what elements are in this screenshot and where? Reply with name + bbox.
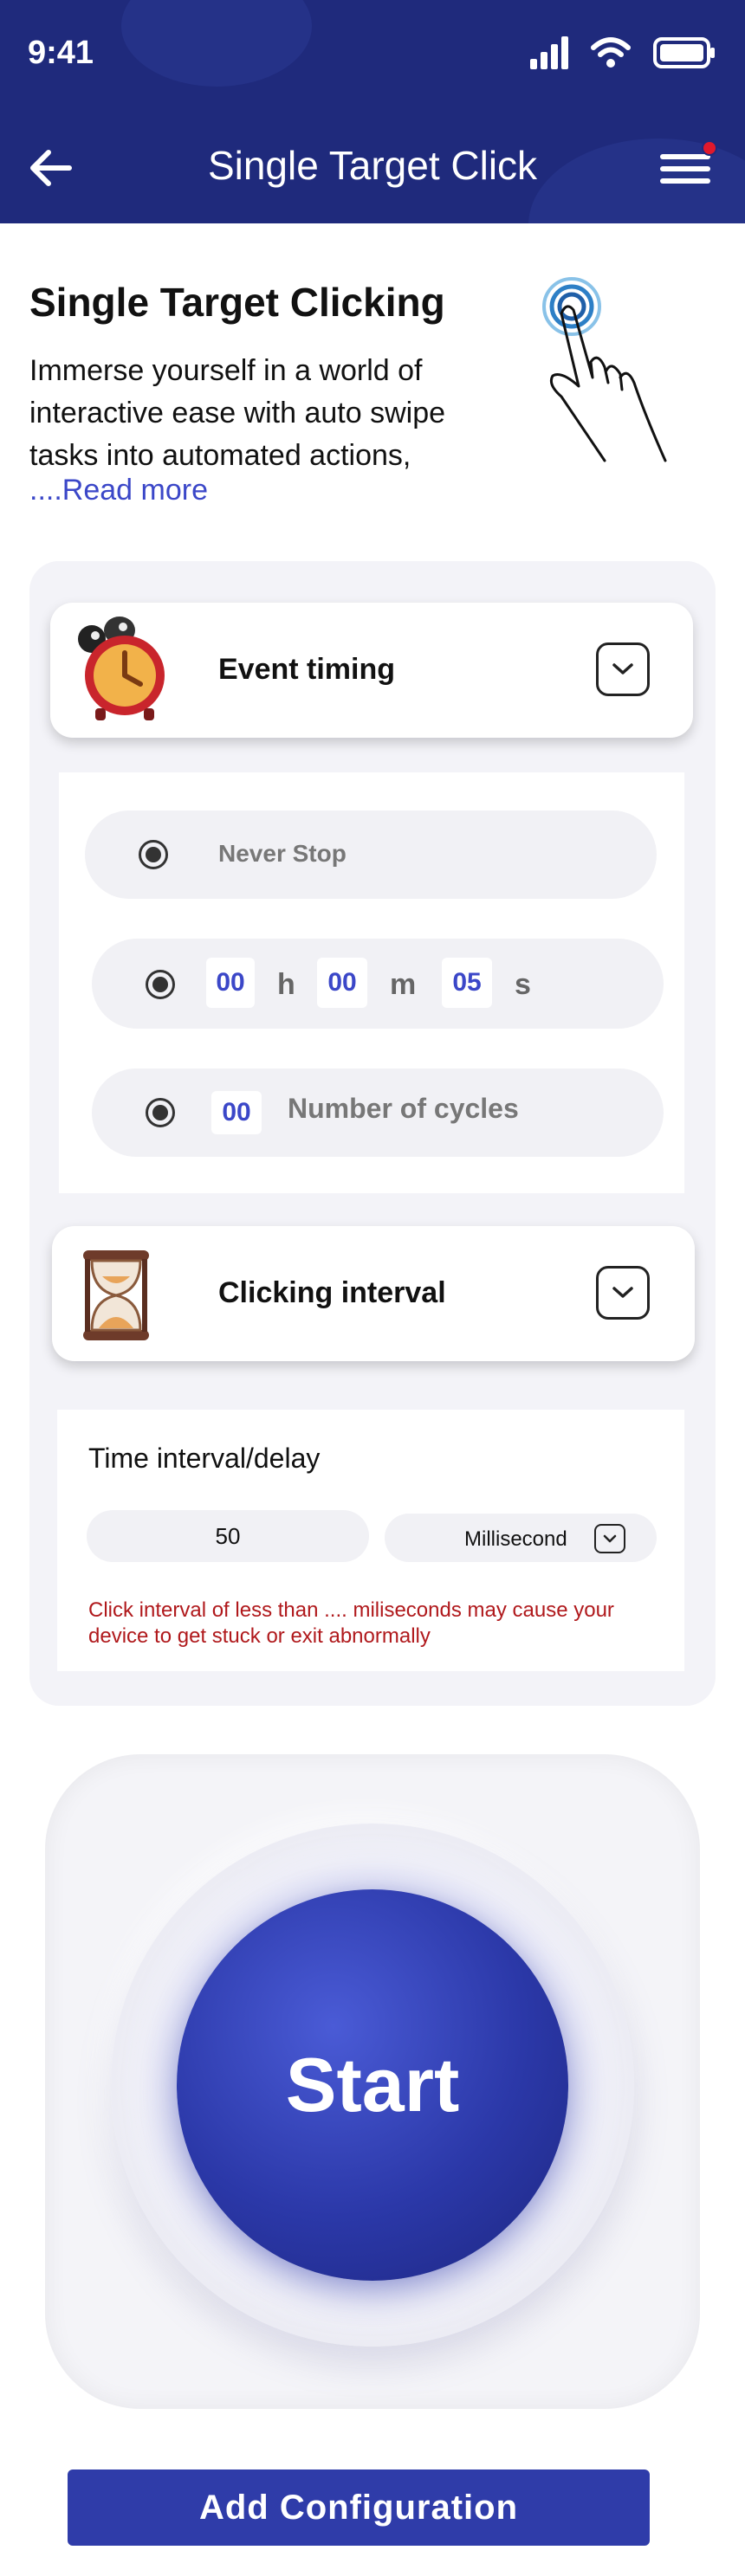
status-icons: [530, 36, 716, 69]
page-title: Single Target Click: [207, 143, 538, 188]
radio-cycles[interactable]: [146, 1098, 175, 1127]
option-never-stop[interactable]: Never Stop: [85, 810, 657, 899]
event-timing-header[interactable]: Event timing: [50, 603, 693, 738]
battery-icon: [653, 37, 715, 68]
event-timing-dropdown[interactable]: [596, 642, 650, 696]
cycles-input[interactable]: 00: [211, 1091, 262, 1134]
clicking-interval-header[interactable]: Clicking interval: [52, 1226, 695, 1361]
cycles-label: Number of cycles: [288, 1093, 519, 1124]
unit-dropdown-button[interactable]: [594, 1524, 625, 1553]
interval-delay-label: Time interval/delay: [88, 1443, 321, 1474]
start-label: Start: [285, 2042, 460, 2127]
interval-unit-select[interactable]: Millisecond: [385, 1514, 657, 1562]
interval-value: 50: [215, 1523, 241, 1549]
wifi-icon: [591, 37, 631, 68]
minutes-input[interactable]: 00: [317, 958, 367, 1008]
radio-duration[interactable]: [146, 970, 175, 999]
notification-dot: [702, 140, 717, 156]
tap-hand-icon: [542, 277, 667, 462]
chevron-down-icon: [612, 663, 633, 675]
start-button[interactable]: Start: [177, 1889, 568, 2281]
signal-icon: [530, 36, 568, 69]
menu-button[interactable]: [658, 140, 719, 192]
never-stop-label: Never Stop: [218, 840, 347, 867]
hours-input[interactable]: 00: [206, 958, 255, 1008]
chevron-down-icon: [603, 1534, 617, 1543]
read-more-link[interactable]: ....Read more: [29, 474, 208, 507]
intro-description: Immerse yourself in a world of interacti…: [29, 354, 446, 472]
seconds-input[interactable]: 05: [442, 958, 492, 1008]
interval-unit: Millisecond: [464, 1527, 567, 1551]
hourglass-icon: [83, 1250, 149, 1340]
option-duration[interactable]: 00 h 00 m 05 s: [92, 939, 664, 1029]
event-timing-title: Event timing: [218, 653, 396, 686]
interval-warning: Click interval of less than .... milisec…: [88, 1598, 614, 1648]
status-time: 9:41: [28, 35, 94, 71]
radio-never-stop[interactable]: [139, 840, 168, 869]
seconds-unit: s: [515, 968, 531, 1001]
option-cycles[interactable]: 00 Number of cycles: [92, 1068, 664, 1157]
alarm-clock-icon: [78, 617, 165, 720]
clicking-interval-dropdown[interactable]: [596, 1266, 650, 1320]
app-header: 9:41 Single Target Click: [0, 0, 745, 223]
header-decoration: [121, 0, 312, 87]
chevron-down-icon: [612, 1287, 633, 1298]
intro-title: Single Target Clicking: [29, 280, 445, 325]
clicking-interval-title: Clicking interval: [218, 1276, 446, 1309]
minutes-unit: m: [390, 968, 417, 1001]
hours-unit: h: [277, 968, 295, 1001]
interval-value-input[interactable]: 50: [87, 1510, 369, 1562]
add-configuration-button[interactable]: Add Configuration: [68, 2469, 650, 2546]
